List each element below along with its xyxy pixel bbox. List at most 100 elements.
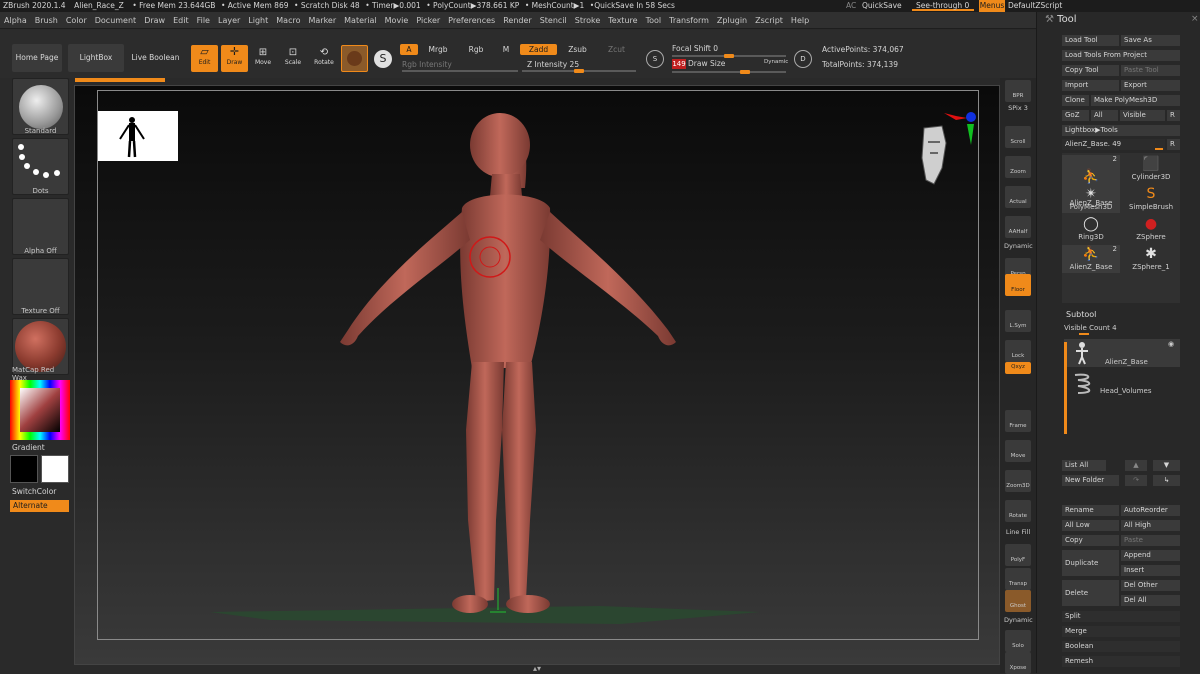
menu-zplugin[interactable]: Zplugin (713, 12, 751, 28)
list-all-button[interactable]: List All (1062, 460, 1106, 471)
right-shelf-ghost-19[interactable]: Ghost (1005, 590, 1031, 612)
right-shelf-bpr-0[interactable]: BPR (1005, 80, 1031, 102)
del-all-button[interactable]: Del All (1121, 595, 1180, 606)
clone-button[interactable]: Clone (1062, 95, 1089, 106)
menu-light[interactable]: Light (244, 12, 272, 28)
rgb-button[interactable]: Rgb (458, 44, 494, 55)
draw-button[interactable]: ✛ Draw (221, 45, 248, 72)
navigation-thumbnail[interactable] (98, 111, 178, 161)
menu-stroke[interactable]: Stroke (571, 12, 605, 28)
default-zscript[interactable]: DefaultZScript (1008, 0, 1062, 12)
goz-all-button[interactable]: All (1091, 110, 1118, 121)
see-through-slider[interactable]: See-through 0 (912, 1, 974, 11)
rgb-intensity-slider[interactable] (402, 70, 518, 72)
right-shelf-xpose-22[interactable]: Xpose (1005, 652, 1031, 674)
rename-button[interactable]: Rename (1062, 505, 1119, 516)
switchcolor-button[interactable]: SwitchColor (12, 487, 56, 496)
sculptris-pro-icon[interactable]: S (374, 50, 392, 68)
menu-material[interactable]: Material (340, 12, 381, 28)
right-shelf-scroll-2[interactable]: Scroll (1005, 126, 1031, 148)
menu-layer[interactable]: Layer (214, 12, 244, 28)
menu-stencil[interactable]: Stencil (536, 12, 571, 28)
material-swatch[interactable] (341, 45, 368, 72)
menu-draw[interactable]: Draw (140, 12, 169, 28)
subtool-scrollbar[interactable] (1064, 342, 1067, 434)
color-saturation-square[interactable] (20, 388, 60, 432)
menu-alpha[interactable]: Alpha (0, 12, 31, 28)
current-tool-r-button[interactable]: R (1167, 139, 1180, 150)
lazy-mouse-icon[interactable]: S (646, 50, 664, 68)
subtool-header[interactable]: Subtool (1062, 310, 1180, 322)
copy-button[interactable]: Copy (1062, 535, 1119, 546)
right-shelf-zoom-3[interactable]: Zoom (1005, 156, 1031, 178)
right-shelf-spix-3-1[interactable]: SPix 3 (1004, 104, 1032, 112)
arrow-merge-down-icon[interactable]: ↳ (1153, 475, 1180, 486)
move-down-icon[interactable]: ▼ (1153, 460, 1180, 471)
menu-transform[interactable]: Transform (665, 12, 713, 28)
right-shelf-transp-18[interactable]: Transp (1005, 568, 1031, 590)
right-shelf-lock-10[interactable]: Lock (1005, 340, 1031, 362)
right-shelf-zoom3d-14[interactable]: Zoom3D (1005, 470, 1031, 492)
right-shelf-actual-4[interactable]: Actual (1005, 186, 1031, 208)
eye-icon[interactable]: ◉ (1168, 340, 1174, 348)
focal-shift-slider[interactable] (672, 54, 786, 58)
tool-thumbnail-ring3d-4[interactable]: ◯ Ring3D (1062, 215, 1120, 243)
draw-size-slider[interactable] (672, 70, 786, 74)
bottom-tray-toggle-icon[interactable]: ▴▾ (528, 664, 546, 673)
new-folder-button[interactable]: New Folder (1062, 475, 1119, 486)
right-shelf-dynamic-20[interactable]: Dynamic (1004, 616, 1033, 624)
menu-file[interactable]: File (193, 12, 214, 28)
right-shelf-dynamic-6[interactable]: Dynamic (1004, 242, 1033, 250)
del-other-button[interactable]: Del Other (1121, 580, 1180, 591)
tool-thumbnail-zsphere-1-7[interactable]: ✱ ZSphere_1 (1122, 245, 1180, 273)
menu-render[interactable]: Render (499, 12, 535, 28)
menu-texture[interactable]: Texture (604, 12, 641, 28)
menu-macro[interactable]: Macro (272, 12, 304, 28)
scale-button[interactable]: ⊡ Scale (282, 47, 304, 66)
zcut-button[interactable]: Zcut (598, 44, 635, 55)
primary-color-swatch[interactable] (10, 455, 38, 483)
orientation-gizmo[interactable] (916, 108, 980, 188)
tool-thumbnail-simplebrush-3[interactable]: S SimpleBrush (1122, 185, 1180, 213)
load-tool-button[interactable]: Load Tool (1062, 35, 1119, 46)
delete-button[interactable]: Delete (1062, 580, 1119, 606)
copy-tool-button[interactable]: Copy Tool (1062, 65, 1119, 76)
mrgb-button[interactable]: Mrgb (420, 44, 456, 55)
close-icon[interactable]: × (1191, 14, 1199, 24)
menu-brush[interactable]: Brush (31, 12, 62, 28)
autoreorder-button[interactable]: AutoReorder (1121, 505, 1180, 516)
right-shelf-line-fill-16[interactable]: Line Fill (1004, 528, 1032, 536)
right-shelf-polyf-17[interactable]: PolyF (1005, 544, 1031, 566)
all-high-button[interactable]: All High (1121, 520, 1180, 531)
all-low-button[interactable]: All Low (1062, 520, 1119, 531)
insert-button[interactable]: Insert (1121, 565, 1180, 576)
subtool-item[interactable]: Head_Volumes (1064, 369, 1180, 397)
menu-zscript[interactable]: Zscript (751, 12, 787, 28)
draw-size-handle[interactable] (740, 70, 750, 74)
z-intensity-slider[interactable] (522, 69, 636, 73)
alternate-button[interactable]: Alternate (10, 500, 69, 512)
menu-document[interactable]: Document (91, 12, 140, 28)
alien-model[interactable] (200, 100, 820, 640)
live-boolean-button[interactable]: Live Boolean (128, 44, 183, 72)
menu-help[interactable]: Help (787, 12, 813, 28)
paste-tool-button[interactable]: Paste Tool (1121, 65, 1180, 76)
tool-thumbnail-polymesh3d-2[interactable]: ✴ PolyMesh3D (1062, 185, 1120, 213)
visible-count-handle[interactable] (1079, 333, 1089, 335)
zsub-button[interactable]: Zsub (559, 44, 596, 55)
z-intensity-handle[interactable] (574, 69, 584, 73)
right-shelf-floor-8[interactable]: Floor (1005, 274, 1031, 296)
right-shelf-frame-12[interactable]: Frame (1005, 410, 1031, 432)
tool-thumbnail-zsphere-5[interactable]: ● ZSphere (1122, 215, 1180, 243)
right-shelf-l-sym-9[interactable]: L.Sym (1005, 310, 1031, 332)
export-button[interactable]: Export (1121, 80, 1180, 91)
move-button[interactable]: ⊞ Move (252, 47, 274, 66)
right-shelf-move-13[interactable]: Move (1005, 440, 1031, 462)
menu-color[interactable]: Color (62, 12, 91, 28)
goz-button[interactable]: GoZ (1062, 110, 1089, 121)
save-as-button[interactable]: Save As (1121, 35, 1180, 46)
right-shelf-aahalf-5[interactable]: AAHalf (1005, 216, 1031, 238)
menus-button[interactable]: Menus (979, 0, 1005, 12)
append-button[interactable]: Append (1121, 550, 1180, 561)
make-polymesh-button[interactable]: Make PolyMesh3D (1091, 95, 1180, 106)
